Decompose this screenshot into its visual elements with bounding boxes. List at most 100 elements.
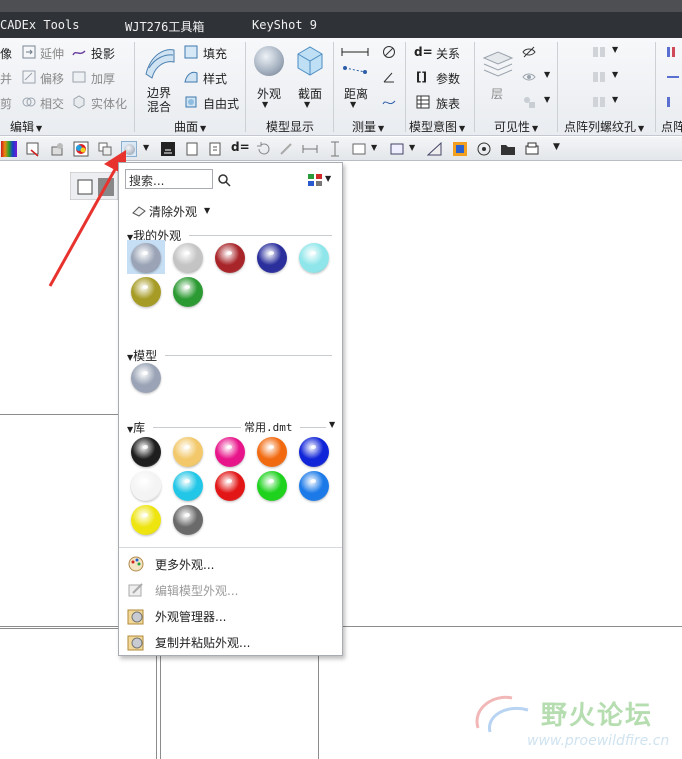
layers-button[interactable]: 层 — [491, 85, 503, 102]
chevron-down-icon[interactable]: ▼ — [612, 45, 618, 54]
datum-plane-icon[interactable] — [389, 141, 405, 157]
family-table-icon — [416, 95, 430, 109]
library-appearance-swatch[interactable] — [173, 471, 203, 501]
tab-wjt276-toolbox[interactable]: WJT276工具箱 — [125, 18, 204, 35]
freestyle-button[interactable]: 自由式 — [203, 95, 239, 112]
intersect-button[interactable]: 相交 — [40, 95, 64, 112]
appearance-gallery-icon — [254, 46, 284, 76]
library-section[interactable]: ▼库 常用.dmt ▼ — [127, 419, 337, 436]
repaint-icon[interactable] — [279, 141, 295, 157]
style-button[interactable]: 样式 — [203, 70, 227, 87]
intent-group-label-text: 模型意图 — [409, 120, 458, 134]
my-appearance-swatch[interactable] — [299, 243, 329, 273]
appearance-manager-item[interactable]: 外观管理器... — [125, 605, 337, 627]
family-table-button[interactable]: 族表 — [436, 95, 460, 112]
edit-row1-left[interactable]: 像 — [0, 45, 12, 62]
my-appearance-swatch[interactable] — [131, 243, 161, 273]
watermark-url: www.proewildfire.cn — [527, 733, 670, 749]
hidden-line-icon[interactable] — [160, 141, 176, 157]
boundary-blend-label-2[interactable]: 混合 — [147, 98, 171, 115]
library-appearance-swatch[interactable] — [131, 505, 161, 535]
library-appearance-swatch[interactable] — [257, 471, 287, 501]
library-appearance-swatch[interactable] — [299, 471, 329, 501]
tab-cadex-tools[interactable]: CADEx Tools — [0, 18, 79, 32]
print-icon[interactable] — [524, 141, 540, 157]
appearance-gallery-button[interactable]: 外观 — [257, 85, 281, 102]
relations-toolbar-icon[interactable]: d= — [231, 140, 250, 154]
relations-button[interactable]: 关系 — [436, 45, 460, 62]
edit-row3-left[interactable]: 剪 — [0, 95, 12, 112]
render-settings-icon[interactable] — [476, 141, 492, 157]
library-appearance-swatch[interactable] — [131, 437, 161, 467]
render-icon[interactable] — [452, 141, 468, 157]
chevron-down-icon[interactable]: ▼ — [204, 206, 210, 215]
menu-divider — [119, 547, 342, 548]
color-bar-icon[interactable] — [1, 141, 17, 157]
diameter-icon — [383, 46, 395, 58]
spin-center-icon[interactable] — [184, 141, 200, 157]
pattern-group-label[interactable]: 点阵列螺纹孔 ▼ — [564, 118, 644, 135]
copy-paste-appearance-item[interactable]: 复制并粘贴外观... — [125, 631, 337, 653]
measure-group-label[interactable]: 测量 ▼ — [352, 118, 384, 135]
visibility-group-label[interactable]: 可见性 ▼ — [494, 118, 538, 135]
parameters-button[interactable]: 参数 — [436, 70, 460, 87]
model-section[interactable]: ▼模型 — [127, 347, 337, 364]
chevron-down-icon[interactable]: ▼ — [350, 100, 356, 109]
tab-keyshot[interactable]: KeyShot 9 — [252, 18, 317, 32]
fill-button[interactable]: 填充 — [203, 45, 227, 62]
my-appearance-swatch[interactable] — [173, 243, 203, 273]
surface-group-label[interactable]: 曲面 ▼ — [174, 118, 206, 135]
library-appearance-swatch[interactable] — [299, 437, 329, 467]
library-appearance-swatch[interactable] — [173, 505, 203, 535]
search-icon[interactable] — [217, 173, 231, 187]
solidify-button[interactable]: 实体化 — [91, 95, 127, 112]
chevron-down-icon[interactable]: ▼ — [544, 95, 550, 104]
library-file-selector[interactable]: 常用.dmt — [244, 419, 293, 435]
chevron-down-icon[interactable]: ▼ — [612, 95, 618, 104]
edit-row2-left[interactable]: 并 — [0, 70, 12, 87]
annotation-icon[interactable] — [351, 141, 367, 157]
chevron-down-icon[interactable]: ▼ — [304, 100, 310, 109]
offset-button[interactable]: 偏移 — [40, 70, 64, 87]
library-appearance-swatch[interactable] — [215, 471, 245, 501]
my-appearance-swatch[interactable] — [131, 277, 161, 307]
window-title-strip — [0, 0, 682, 12]
chevron-down-icon[interactable]: ▼ — [544, 70, 550, 79]
chevron-down-icon[interactable]: ▼ — [143, 143, 149, 152]
thicken-button[interactable]: 加厚 — [91, 70, 115, 87]
library-appearance-swatch[interactable] — [215, 437, 245, 467]
edit-model-appearance-item[interactable]: 编辑模型外观... — [125, 579, 337, 601]
chevron-down-icon[interactable]: ▼ — [262, 100, 268, 109]
datum-display-icon[interactable] — [207, 141, 223, 157]
my-appearance-swatch[interactable] — [257, 243, 287, 273]
my-appearance-swatch[interactable] — [173, 277, 203, 307]
chevron-down-icon[interactable]: ▼ — [329, 420, 335, 429]
folder-icon[interactable] — [500, 141, 516, 157]
regenerate-icon[interactable] — [256, 141, 272, 157]
appearance-manager-icon — [127, 609, 144, 625]
project-button[interactable]: 投影 — [91, 45, 115, 62]
chevron-down-icon[interactable]: ▼ — [371, 143, 377, 152]
library-appearance-swatch[interactable] — [257, 437, 287, 467]
my-appearance-swatch[interactable] — [215, 243, 245, 273]
edit-model-appearance-label: 编辑模型外观... — [155, 584, 239, 598]
extend-button[interactable]: 延伸 — [40, 45, 64, 62]
dimension-icon[interactable] — [302, 141, 318, 157]
ruler-icon[interactable] — [427, 141, 443, 157]
library-appearance-swatch[interactable] — [173, 437, 203, 467]
toolbar-overflow-chevron-icon[interactable]: ▼ — [553, 142, 560, 152]
display-options-icon[interactable] — [307, 173, 323, 187]
library-appearance-swatch[interactable] — [131, 471, 161, 501]
intent-group-label[interactable]: 模型意图 ▼ — [409, 118, 465, 135]
edit-group-label[interactable]: 编辑 ▼ — [10, 118, 42, 135]
clear-appearance-button[interactable]: 清除外观 — [149, 203, 197, 220]
search-input[interactable]: 搜索... — [125, 169, 213, 189]
chevron-down-icon[interactable]: ▼ — [409, 143, 415, 152]
cut-group-label: 点阵 — [661, 120, 682, 134]
chevron-down-icon[interactable]: ▼ — [325, 174, 331, 183]
zoom-fit-icon[interactable] — [25, 141, 41, 157]
model-appearance-swatch[interactable] — [131, 363, 161, 393]
more-appearances-item[interactable]: 更多外观... — [125, 553, 337, 575]
chevron-down-icon[interactable]: ▼ — [612, 70, 618, 79]
vertical-dimension-icon[interactable] — [327, 141, 343, 157]
